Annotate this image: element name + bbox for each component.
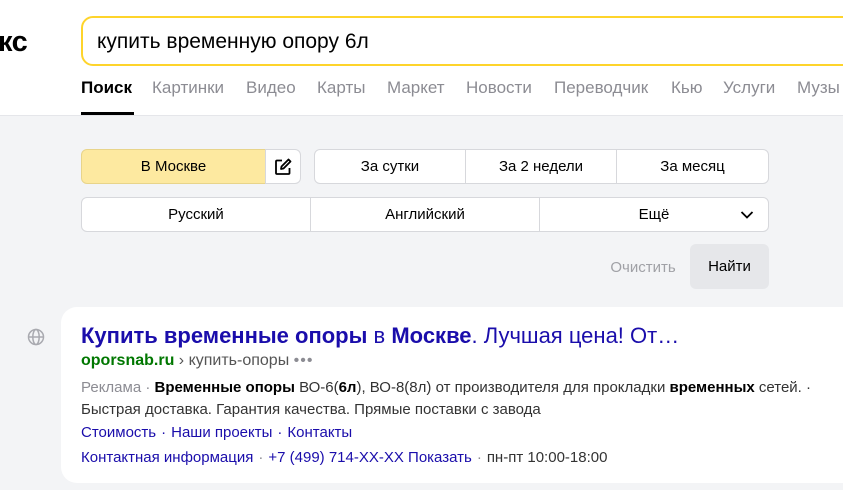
clear-button[interactable]: Очистить bbox=[598, 245, 688, 289]
contacts-row: Контактная информация · +7 (499) 714-XX-XX… bbox=[81, 449, 607, 466]
edit-icon bbox=[275, 158, 292, 175]
lang-more-dropdown[interactable]: Ещё bbox=[539, 197, 769, 232]
desc-text-1: ВО-6( bbox=[294, 379, 339, 396]
result-description: Реклама · Временные опоры ВО-6(6л), ВО-8… bbox=[81, 377, 821, 421]
result-path-link[interactable]: › купить-опоры bbox=[174, 352, 289, 369]
logo[interactable]: кс bbox=[0, 26, 28, 59]
result-more-button[interactable]: ••• bbox=[294, 352, 314, 369]
tab-news[interactable]: Новости bbox=[466, 78, 532, 98]
result-title-link[interactable]: Купить временные опоры в Москве. Лучшая … bbox=[81, 323, 679, 349]
desc-text-2: ), ВО-8(8л) от производителя для проклад… bbox=[356, 379, 670, 396]
active-tab-indicator bbox=[81, 112, 134, 115]
result-title-part1: Купить временные опоры bbox=[81, 323, 368, 348]
edit-region-button[interactable] bbox=[265, 149, 301, 184]
sitelink-separator: · bbox=[161, 424, 167, 441]
sitelink-projects[interactable]: Наши проекты bbox=[171, 424, 272, 441]
period-2weeks-button[interactable]: За 2 недели bbox=[465, 149, 617, 184]
period-day-button[interactable]: За сутки bbox=[314, 149, 466, 184]
sitelink-separator: · bbox=[277, 424, 283, 441]
tab-q[interactable]: Кью bbox=[671, 78, 703, 98]
result-title-part3: Москве bbox=[391, 323, 472, 348]
globe-icon bbox=[27, 328, 45, 346]
chevron-down-icon bbox=[740, 211, 754, 219]
period-month-button[interactable]: За месяц bbox=[616, 149, 769, 184]
tab-services[interactable]: Услуги bbox=[723, 78, 775, 98]
tab-images[interactable]: Картинки bbox=[152, 78, 224, 98]
header: кс Поиск Картинки Видео Карты Маркет Нов… bbox=[0, 0, 843, 116]
contact-info-link[interactable]: Контактная информация bbox=[81, 449, 253, 466]
search-box[interactable] bbox=[81, 16, 843, 66]
tab-search[interactable]: Поиск bbox=[81, 78, 132, 98]
tab-maps[interactable]: Карты bbox=[317, 78, 365, 98]
sitelinks: Стоимость · Наши проекты · Контакты bbox=[81, 424, 352, 441]
ad-separator: · bbox=[141, 379, 155, 396]
lang-english-button[interactable]: Английский bbox=[310, 197, 540, 232]
result-url: oporsnab.ru › купить-опоры ••• bbox=[81, 352, 313, 370]
sitelink-contacts[interactable]: Контакты bbox=[287, 424, 352, 441]
search-result-card: Купить временные опоры в Москве. Лучшая … bbox=[61, 307, 843, 483]
desc-bold-3: временных bbox=[669, 379, 755, 396]
tab-translator[interactable]: Переводчик bbox=[554, 78, 648, 98]
tab-market[interactable]: Маркет bbox=[387, 78, 445, 98]
phone-show-link[interactable]: +7 (499) 714-XX-XX Показать bbox=[268, 449, 471, 466]
desc-bold-2: 6л bbox=[338, 379, 357, 396]
result-domain-link[interactable]: oporsnab.ru bbox=[81, 352, 174, 369]
lang-russian-button[interactable]: Русский bbox=[81, 197, 311, 232]
region-filter-button[interactable]: В Москве bbox=[81, 149, 266, 184]
desc-bold-1: Временные опоры bbox=[154, 379, 295, 396]
contact-separator: · bbox=[476, 449, 482, 466]
sitelink-cost[interactable]: Стоимость bbox=[81, 424, 156, 441]
ad-label: Реклама bbox=[81, 379, 142, 396]
contact-separator: · bbox=[258, 449, 264, 466]
tab-video[interactable]: Видео bbox=[246, 78, 296, 98]
result-title-part2: в bbox=[367, 323, 392, 348]
lang-more-label: Ещё bbox=[638, 206, 670, 223]
find-button[interactable]: Найти bbox=[690, 244, 769, 289]
search-input[interactable] bbox=[97, 27, 797, 57]
working-hours: пн-пт 10:00-18:00 bbox=[486, 449, 608, 466]
tab-music[interactable]: Музы bbox=[797, 78, 840, 98]
result-title-part4: . Лучшая цена! От… bbox=[471, 323, 680, 348]
